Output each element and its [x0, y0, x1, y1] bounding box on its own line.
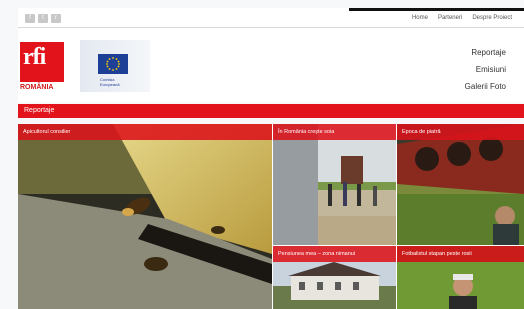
top-accent-line [349, 8, 524, 11]
rfi-country-label: ROMÂNIA [20, 84, 54, 91]
tile-stone-age[interactable]: Epoca de piatră [397, 124, 524, 245]
rfi-logo-text: rfi [23, 44, 46, 70]
top-nav: Home Parteneri Despre Proiect [412, 15, 512, 21]
tile-soy[interactable]: În România creşte soia [273, 124, 396, 245]
bees-photo [18, 124, 272, 309]
soy-farm-photo [273, 124, 396, 245]
nav-home-link[interactable]: Home [412, 15, 428, 21]
page: f t r Home Parteneri Despre Proiect rfi … [0, 0, 524, 309]
nav-partners-link[interactable]: Parteneri [438, 15, 462, 21]
top-bar: f t r Home Parteneri Despre Proiect [18, 8, 524, 28]
eu-commission-logo: Comisia Europeană [80, 40, 150, 92]
header: rfi ROMÂNIA Comisia Europeană Reportaje … [18, 28, 524, 102]
tile-guesthouse[interactable]: Pensiunea mea – zona nimanui [273, 246, 396, 309]
main-nav: Reportaje Emisiuni Galerii Foto [465, 44, 506, 95]
old-machinery-photo [397, 124, 524, 245]
main-nav-galerii-foto[interactable]: Galerii Foto [465, 78, 506, 95]
section-bar: Reportaje [18, 104, 524, 118]
tile-caption: Pensiunea mea – zona nimanui [273, 246, 396, 262]
tile-caption: Apicultorul consilier [18, 124, 272, 140]
twitter-icon[interactable]: t [38, 14, 48, 23]
facebook-icon[interactable]: f [25, 14, 35, 23]
tile-caption: Fotbalistul stapan peste rosii [397, 246, 524, 262]
tile-bees[interactable]: Apicultorul consilier [18, 124, 272, 309]
social-links: f t r [25, 14, 61, 23]
nav-about-link[interactable]: Despre Proiect [472, 15, 512, 21]
eu-caption: Comisia Europeană [100, 77, 120, 87]
tile-caption: Epoca de piatră [397, 124, 524, 140]
tile-footballer[interactable]: Fotbalistul stapan peste rosii [397, 246, 524, 309]
section-title[interactable]: Reportaje [24, 107, 54, 114]
main-nav-reportaje[interactable]: Reportaje [465, 44, 506, 61]
tile-caption: În România creşte soia [273, 124, 396, 140]
main-nav-emisiuni[interactable]: Emisiuni [465, 61, 506, 78]
rss-icon[interactable]: r [51, 14, 61, 23]
photo-gallery: Apicultorul consilier În România creşte … [18, 124, 524, 309]
eu-caption-line-2: Europeană [100, 82, 120, 87]
eu-flag-icon [98, 54, 128, 74]
rfi-logo[interactable]: rfi ROMÂNIA [20, 42, 64, 91]
